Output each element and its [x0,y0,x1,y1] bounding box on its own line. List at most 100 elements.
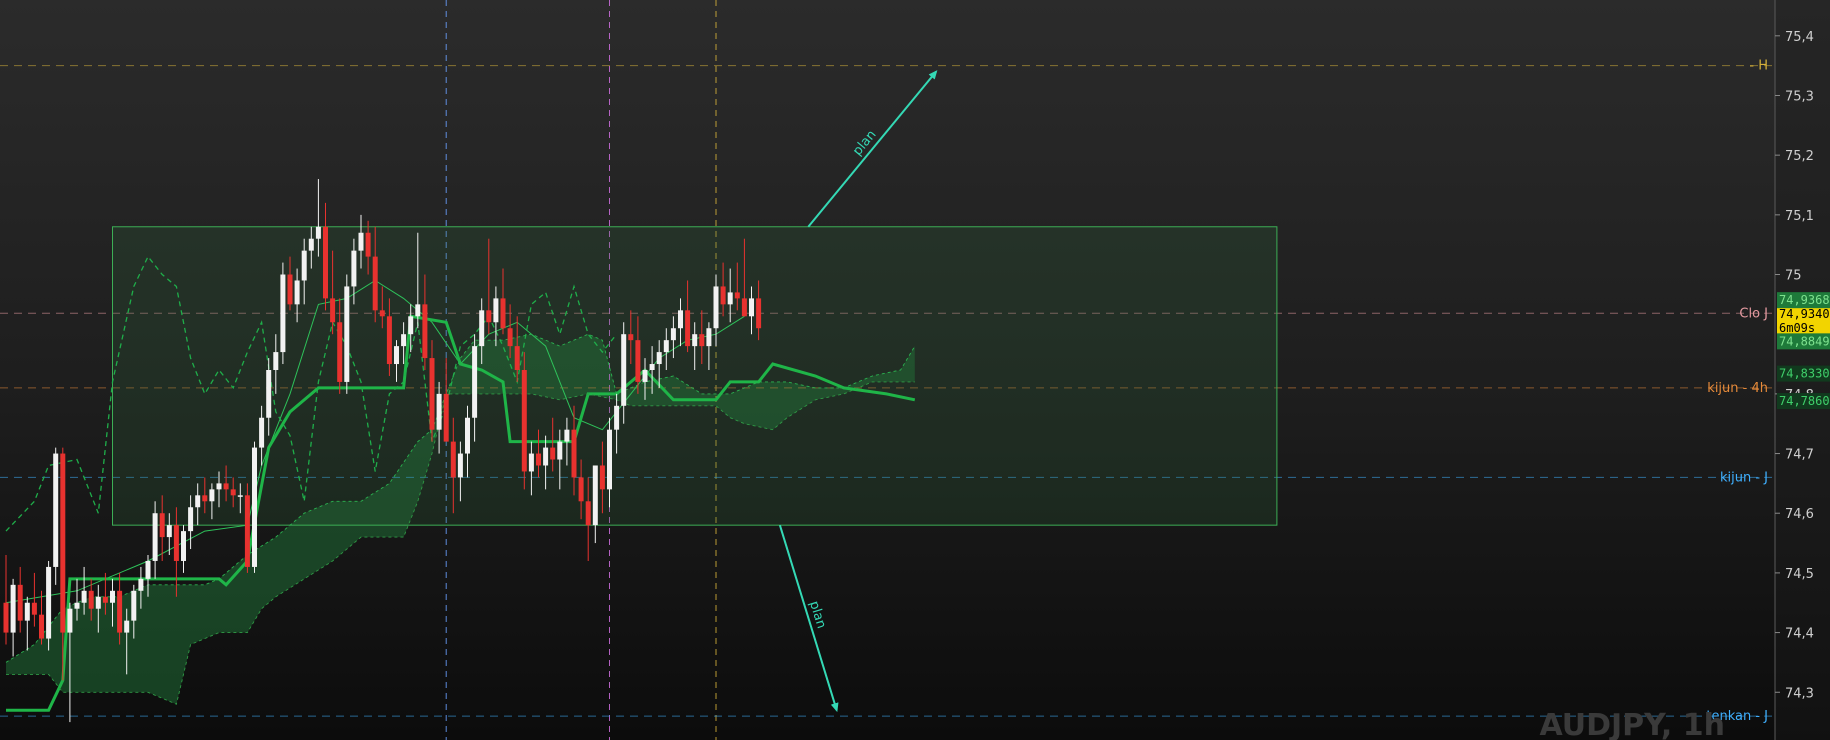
candle-body [344,286,350,382]
candle-body [181,531,186,561]
candle-body [152,513,158,561]
level-label-3: kijun - J [1720,470,1768,485]
candle-body [585,501,591,526]
candle-body [550,447,556,460]
candle-body [145,560,151,579]
candle-body [372,256,378,311]
price-tag-5: 74,7860 [1779,394,1830,408]
candle-body [74,602,80,609]
price-tick-label-0: 75,4 [1785,30,1814,45]
candle-body [351,250,357,287]
candle-body [117,590,123,633]
candle-body [301,250,307,281]
candle-body [727,292,733,305]
candle [31,572,37,627]
candle-body [749,298,754,317]
plan-arrow-0 [807,70,938,228]
candle-body [337,322,343,382]
candle-body [365,232,371,257]
candle-body [315,226,321,239]
candle-body [685,310,691,347]
candle-body [252,447,257,567]
candle-body [209,489,215,502]
candle-body [95,596,101,609]
candle-body [543,447,549,466]
candle-body [422,304,428,359]
candle-body [60,453,66,633]
price-tag-2: 74,9368 [1779,293,1830,307]
candle-body [131,590,137,621]
candle-body [3,602,9,633]
candle-body [472,346,478,418]
candle [252,441,257,573]
candle-body [678,310,683,329]
candle-body [457,453,463,478]
candle-body [244,495,250,567]
price-tick-label-2: 75,2 [1785,149,1814,164]
candle-body [692,334,698,347]
price-tick-label-7: 74,6 [1785,507,1814,522]
candlestick-chart[interactable]: - HClo Jkijun - 4hkijun - Jtenkan - J pl… [0,0,1830,740]
candle-body [216,483,222,490]
symbol-watermark: AUDJPY, 1h [1539,708,1725,740]
candle-body [138,578,144,591]
chart-area[interactable]: - H Clo Jkijun - 4h kijun - Jtenkan - J pl… [0,0,1830,740]
candle-body [436,393,442,430]
candle-body [202,495,208,502]
candle-body [429,358,435,430]
candle [181,525,186,573]
candle-body [557,441,563,460]
candle-body [237,495,243,497]
candle-body [656,352,662,365]
candle-body [358,232,364,251]
candle [3,555,9,645]
candle-body [521,370,527,472]
candle-body [88,590,94,609]
candle-body [706,328,712,347]
candle-body [110,590,115,603]
candle-body [379,310,385,317]
candle-body [599,465,605,490]
candle-body [635,340,641,382]
candle [46,560,52,651]
candle-body [415,304,421,317]
candle-body [294,280,300,305]
candle-body [663,340,669,353]
candle-body [514,346,520,370]
candle-body [670,328,676,341]
candle [17,566,23,633]
candle [344,274,350,394]
candle-body [308,238,314,251]
candle-body [24,602,30,621]
candle-body [195,495,201,508]
candle-body [507,328,513,347]
price-tag-4: 74,8330 [1779,367,1830,381]
level-label-0: - H [1749,59,1768,74]
candle-body [81,590,87,603]
candle-body [493,298,499,323]
price-tick-label-6: 74,7 [1785,448,1814,463]
plan-arrow-label-0: plan [850,128,879,159]
price-tick-label-3: 75,1 [1785,209,1814,224]
candle-body [287,274,293,305]
candle-body [649,364,655,370]
candle-body [31,602,37,615]
candle-body [741,298,747,317]
level-label-1: Clo J [1739,306,1768,321]
candle-body [124,620,130,633]
candle [10,578,16,657]
candle-body [67,608,73,633]
price-tag-3: 74,8849 [1779,334,1830,348]
price-tick-label-4: 75 [1785,269,1802,284]
candle [244,483,250,573]
candle-body [642,370,648,382]
candle [323,202,328,311]
candle-body [713,286,719,329]
plan-arrow-1 [778,524,839,713]
candle-body [756,298,762,329]
candle-body [17,584,23,621]
candle-body [578,477,584,502]
candle-body [223,483,229,490]
candle-body [720,286,726,305]
candle-body [614,405,620,430]
